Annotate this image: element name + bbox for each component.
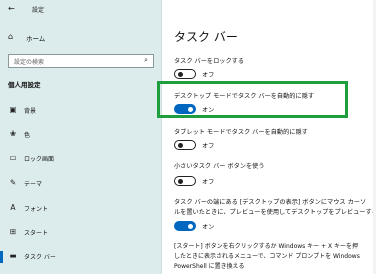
- peek-toggle[interactable]: [174, 221, 196, 231]
- active-indicator: [0, 251, 3, 263]
- home-icon: ⌂: [8, 32, 14, 41]
- image-icon: ▣: [9, 105, 17, 114]
- powershell-info-line2: したときに表示されるメニューで、コマンド プロンプトを Windows: [174, 253, 360, 260]
- small-buttons-toggle[interactable]: [174, 176, 196, 186]
- font-icon: A: [10, 203, 16, 212]
- main-panel: タスク バー タスク バーをロックする オフ デスクトップ モードでタスク バー…: [162, 0, 376, 274]
- sidebar-item-label: 背景: [24, 108, 37, 115]
- setting-peek-label-line2: ルを置いたときに、プレビューを使用してデスクトップをプレビューする: [174, 209, 376, 216]
- setting-lock-taskbar-label: タスク バーをロックする: [174, 58, 245, 65]
- theme-brush-icon: ✎: [9, 178, 17, 187]
- sidebar-item-label: 色: [24, 132, 31, 139]
- sidebar-item-lock-screen[interactable]: ▭ ロック画面: [0, 150, 161, 168]
- setting-peek-label-line1: タスク バーの端にある [デスクトップの表示] ボタンにマウス カーソ: [174, 199, 367, 206]
- toggle-state-label: オフ: [202, 72, 215, 79]
- toggle-state-label: オフ: [202, 143, 215, 150]
- toggle-knob: [177, 142, 183, 148]
- toggle-knob: [177, 71, 183, 77]
- sidebar-item-start[interactable]: ⊞ スタート: [0, 224, 161, 242]
- start-icon: ⊞: [9, 227, 17, 236]
- sidebar-item-home[interactable]: ⌂ ホーム: [8, 32, 158, 44]
- palette-icon: ❀: [9, 129, 17, 138]
- taskbar-icon: ▬: [9, 251, 17, 260]
- toggle-knob: [177, 178, 183, 184]
- section-heading: 個人用設定: [8, 81, 41, 89]
- page-title: タスク バー: [174, 30, 238, 44]
- back-arrow-icon[interactable]: ←: [8, 4, 15, 13]
- sidebar-item-fonts[interactable]: A フォント: [0, 200, 161, 218]
- sidebar-item-label: フォント: [24, 206, 49, 213]
- window-title: 設定: [32, 7, 45, 14]
- search-input[interactable]: 設定の検索 ⌕: [8, 54, 154, 68]
- search-placeholder: 設定の検索: [14, 59, 45, 66]
- home-label: ホーム: [26, 35, 46, 43]
- sidebar-item-label: スタート: [24, 230, 49, 237]
- toggle-state-label: オフ: [202, 179, 215, 186]
- toggle-state-label: オン: [202, 224, 215, 231]
- highlight-box: [157, 81, 348, 118]
- sidebar-item-label: テーマ: [24, 181, 43, 188]
- toggle-knob: [188, 223, 193, 229]
- sidebar: ← 設定 ⌂ ホーム 設定の検索 ⌕ 個人用設定 ▣ 背景 ❀ 色 ▭ ロック画…: [0, 0, 162, 274]
- sidebar-item-label: タスク バー: [24, 254, 56, 261]
- setting-small-buttons-label: 小さいタスク バー ボタンを使う: [174, 163, 265, 170]
- sidebar-item-background[interactable]: ▣ 背景: [0, 102, 161, 120]
- sidebar-item-label: ロック画面: [24, 156, 55, 163]
- lock-screen-icon: ▭: [9, 153, 17, 162]
- lock-taskbar-toggle[interactable]: [174, 69, 196, 79]
- sidebar-item-taskbar[interactable]: ▬ タスク バー: [0, 248, 161, 266]
- sidebar-item-theme[interactable]: ✎ テーマ: [0, 175, 161, 193]
- powershell-info-line1: [スタート] ボタンを右クリックするか Windows キー + X キーを押: [174, 243, 359, 250]
- setting-autohide-tablet-label: タブレット モードでタスク バーを自動的に隠す: [174, 129, 308, 136]
- search-icon[interactable]: ⌕: [144, 56, 148, 65]
- sidebar-item-color[interactable]: ❀ 色: [0, 126, 161, 144]
- autohide-tablet-toggle[interactable]: [174, 140, 196, 150]
- powershell-info-line3: PowerShell に置き換える: [174, 263, 245, 270]
